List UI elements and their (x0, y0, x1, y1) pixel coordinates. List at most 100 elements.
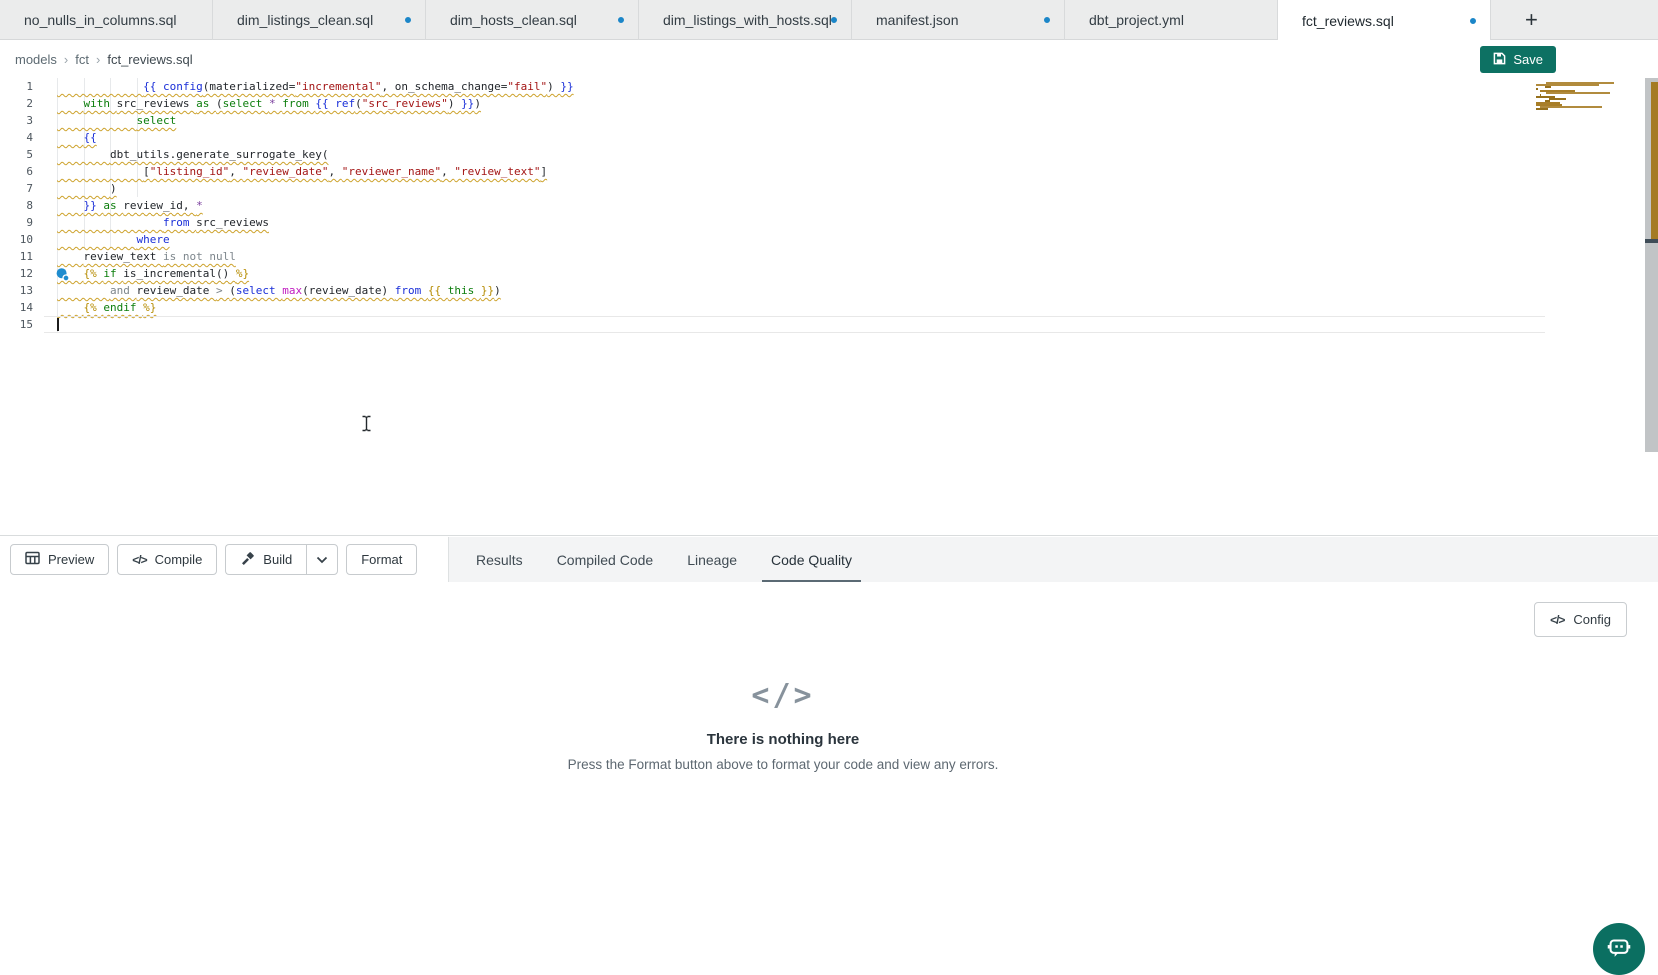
preview-label: Preview (48, 552, 94, 567)
new-tab-button[interactable]: + (1525, 9, 1538, 31)
code-line-7: ) (57, 180, 117, 197)
code-editor[interactable]: 123456789101112131415 {{ config(material… (0, 78, 1658, 505)
file-tab-no_nulls_in_columns.sql[interactable]: no_nulls_in_columns.sql (0, 0, 213, 40)
panel-tab-results[interactable]: Results (467, 537, 532, 583)
breadcrumb: models›fct›fct_reviews.sql (15, 40, 193, 78)
code-token: from (395, 284, 428, 297)
panel-tab-lineage[interactable]: Lineage (678, 537, 746, 583)
code-line-1: {{ config(materialized="incremental", on… (57, 78, 574, 95)
code-token: ) (547, 80, 560, 93)
line-number: 13 (0, 282, 33, 299)
build-dropdown-button[interactable] (306, 544, 338, 575)
minimap[interactable] (1532, 82, 1645, 112)
code-token: review_id, (123, 199, 196, 212)
current-line-highlight (44, 316, 1545, 333)
minimap-line (1545, 86, 1551, 88)
code-token: "reviewer_name" (342, 165, 441, 178)
code-token: (review_date) (302, 284, 395, 297)
minimap-line (1536, 88, 1538, 90)
panel-tab-compiled-code[interactable]: Compiled Code (548, 537, 663, 583)
code-token: }} (481, 284, 494, 297)
code-line-6: ["listing_id", "review_date", "reviewer_… (57, 163, 547, 180)
code-token: from (282, 97, 315, 110)
code-token: {{ config (143, 80, 203, 93)
file-tab-fct_reviews.sql[interactable]: fct_reviews.sql (1278, 0, 1491, 41)
line-number: 11 (0, 248, 33, 265)
format-label: Format (361, 552, 402, 567)
unsaved-changes-dot-icon (405, 17, 411, 23)
format-button[interactable]: Format (346, 544, 417, 575)
file-tab-label: dim_listings_with_hosts.sql (663, 12, 831, 28)
unsaved-changes-dot-icon (831, 17, 837, 23)
breadcrumb-item[interactable]: fct (75, 52, 89, 67)
line-number: 14 (0, 299, 33, 316)
code-line-2: with src_reviews as (select * from {{ re… (57, 95, 481, 112)
minimap-line (1546, 92, 1610, 94)
breadcrumb-item[interactable]: fct_reviews.sql (107, 52, 192, 67)
code-line-9: from src_reviews (57, 214, 269, 231)
code-token: "review_text" (454, 165, 540, 178)
code-token: as (103, 199, 123, 212)
file-tab-label: dim_listings_clean.sql (237, 12, 373, 28)
file-tab-label: manifest.json (876, 12, 958, 28)
file-tab-dim_hosts_clean.sql[interactable]: dim_hosts_clean.sql (426, 0, 639, 40)
code-token: review_date (136, 284, 215, 297)
code-line-12: {% if is_incremental() %} (57, 265, 249, 282)
preview-button[interactable]: Preview (10, 544, 109, 575)
file-tab-dbt_project.yml[interactable]: dbt_project.yml (1065, 0, 1278, 40)
code-line-4: {{ (57, 129, 97, 146)
breadcrumb-item[interactable]: models (15, 52, 57, 67)
preview-grid-icon (25, 551, 40, 568)
chatbot-fab-button[interactable] (1593, 923, 1645, 975)
code-quality-panel: </> Config </> There is nothing here Pre… (0, 582, 1658, 955)
code-token: {{ (428, 284, 448, 297)
build-label: Build (263, 552, 292, 567)
code-token: review_text (84, 250, 163, 263)
code-token: is not null (163, 250, 236, 263)
build-button[interactable]: Build (225, 544, 306, 575)
code-token: }} (560, 80, 573, 93)
code-token: {% (84, 267, 104, 280)
code-token: "incremental" (295, 80, 381, 93)
config-button[interactable]: </> Config (1534, 602, 1627, 637)
file-tab-label: fct_reviews.sql (1302, 13, 1394, 29)
empty-state-title: There is nothing here (0, 731, 1566, 748)
code-token: , (441, 165, 454, 178)
file-tab-manifest.json[interactable]: manifest.json (852, 0, 1065, 40)
code-token: this (448, 284, 481, 297)
code-token: from (163, 216, 196, 229)
code-token: select (236, 284, 282, 297)
empty-state-subtitle: Press the Format button above to format … (0, 757, 1566, 772)
breadcrumb-bar: models›fct›fct_reviews.sql Save (0, 40, 1658, 78)
line-number: 1 (0, 78, 33, 95)
code-line-8: }} as review_id, * (57, 197, 203, 214)
code-token: select (136, 114, 176, 127)
code-token: , (329, 165, 342, 178)
panel-tab-code-quality[interactable]: Code Quality (762, 537, 861, 583)
lightbulb-autofix-icon[interactable] (56, 267, 70, 286)
minimap-line (1536, 108, 1548, 110)
overview-ruler-warnings (1651, 82, 1658, 240)
file-tab-dim_listings_clean.sql[interactable]: dim_listings_clean.sql (213, 0, 426, 40)
code-token: "src_reviews" (362, 97, 448, 110)
breadcrumb-separator-icon: › (64, 52, 68, 67)
build-button-group: Build (225, 544, 338, 575)
empty-state-code-icon: </> (0, 678, 1566, 713)
code-token: }} (84, 199, 104, 212)
robot-chat-icon (1606, 934, 1632, 965)
code-token: ) (448, 97, 461, 110)
file-tab-dim_listings_with_hosts.sql[interactable]: dim_listings_with_hosts.sql (639, 0, 852, 40)
line-number: 10 (0, 231, 33, 248)
empty-state: </> There is nothing here Press the Form… (0, 678, 1566, 772)
code-token: %} (236, 267, 249, 280)
code-token: ) (494, 284, 501, 297)
code-token: and (110, 284, 137, 297)
code-token: "review_date" (242, 165, 328, 178)
save-button[interactable]: Save (1480, 46, 1556, 73)
code-brackets-icon: </> (132, 553, 146, 567)
code-token: }} (461, 97, 474, 110)
code-token: (materialized= (203, 80, 296, 93)
line-number: 3 (0, 112, 33, 129)
compile-button[interactable]: </> Compile (117, 544, 217, 575)
line-number: 15 (0, 316, 33, 333)
